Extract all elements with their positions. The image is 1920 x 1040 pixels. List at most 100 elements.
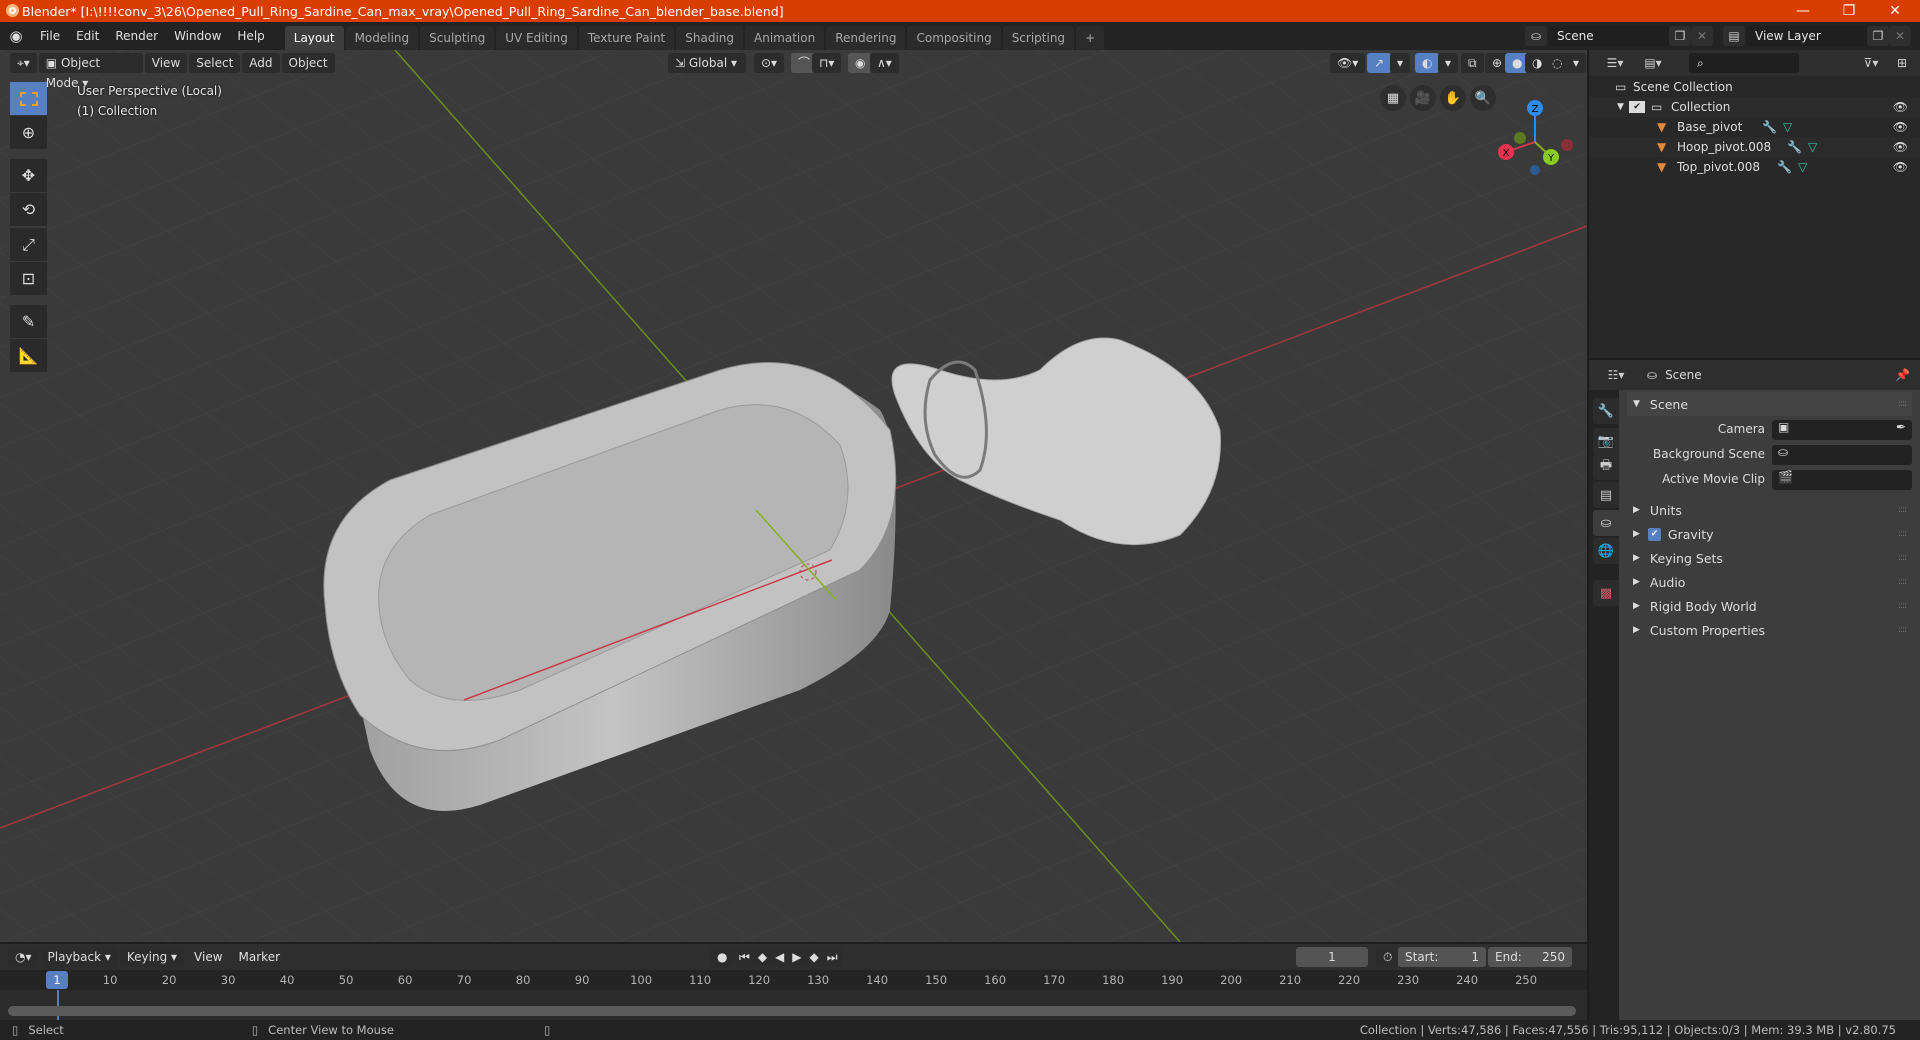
play-reverse-button[interactable]: ◀: [771, 947, 789, 967]
menu-playback[interactable]: Playback ▾: [40, 947, 118, 967]
camera-view-button[interactable]: 🎥: [1410, 85, 1436, 111]
drag-handle-icon[interactable]: ::::: [1898, 505, 1907, 515]
move-tool[interactable]: ✥: [10, 159, 47, 192]
display-mode-button[interactable]: ▤▾: [1637, 53, 1669, 73]
measure-tool[interactable]: 📐: [10, 339, 47, 372]
jump-start-button[interactable]: ⏮: [735, 947, 754, 967]
camera-field[interactable]: ▣ ✒: [1772, 420, 1912, 440]
collection-visibility-icon[interactable]: 👁: [1893, 100, 1908, 114]
overlay-dropdown[interactable]: ▾: [1438, 53, 1459, 73]
collection-checkbox[interactable]: ✔: [1629, 101, 1645, 113]
cursor-tool[interactable]: ⊕: [10, 116, 47, 149]
record-button[interactable]: ●: [710, 947, 735, 967]
menu-file[interactable]: File: [32, 22, 68, 50]
blender-menu-icon[interactable]: ◉: [0, 27, 32, 45]
menu-render[interactable]: Render: [107, 22, 166, 50]
timeline-scrollbar[interactable]: [8, 1006, 1576, 1016]
menu-edit[interactable]: Edit: [68, 22, 107, 50]
menu-marker[interactable]: Marker: [231, 943, 288, 971]
tab-texture-paint[interactable]: Texture Paint: [578, 26, 675, 50]
drag-handle-icon[interactable]: ::::: [1898, 625, 1907, 635]
audio-panel-header[interactable]: ▶ Audio::::: [1627, 570, 1912, 594]
tab-sculpting[interactable]: Sculpting: [420, 26, 495, 50]
new-view-layer-icon[interactable]: ❐: [1867, 26, 1889, 46]
outliner-editor-type-button[interactable]: ☰▾: [1599, 53, 1631, 73]
mode-dropdown[interactable]: ▣ Object Mode ▾: [38, 53, 143, 90]
gizmo-dropdown[interactable]: ▾: [1390, 53, 1411, 73]
scene-collection-row[interactable]: ▭ Scene Collection: [1589, 77, 1920, 97]
timeline-ruler[interactable]: 1 10 20 30 40 50 60 70 80 90 100 110 120 130 140 150 16…: [0, 970, 1587, 990]
editor-type-button[interactable]: ⌖▾: [10, 53, 37, 73]
tab-scripting[interactable]: Scripting: [1002, 26, 1075, 50]
menu-add[interactable]: Add: [242, 53, 280, 73]
object-visibility-icon[interactable]: 👁: [1893, 140, 1908, 154]
end-frame-field[interactable]: End: 250: [1488, 947, 1572, 967]
stopwatch-icon[interactable]: ⏱: [1376, 947, 1400, 967]
drag-handle-icon[interactable]: ::::: [1898, 553, 1907, 563]
shading-dropdown[interactable]: ▾: [1566, 53, 1587, 73]
prev-keyframe-button[interactable]: ◆: [753, 947, 772, 967]
annotate-tool[interactable]: ✎: [10, 305, 47, 338]
navigation-gizmo[interactable]: Z X Y: [1495, 90, 1585, 195]
tab-animation[interactable]: Animation: [745, 26, 825, 50]
scene-name-field[interactable]: Scene: [1549, 26, 1669, 46]
custom-properties-panel-header[interactable]: ▶ Custom Properties::::: [1627, 618, 1912, 642]
pivot-point-dropdown[interactable]: ⊙▾: [754, 53, 785, 73]
menu-keying[interactable]: Keying ▾: [119, 947, 185, 967]
units-panel-header[interactable]: ▶ Units::::: [1627, 498, 1912, 522]
overlay-toggle-icon[interactable]: ◐: [1415, 53, 1440, 73]
pan-view-button[interactable]: ✋: [1440, 85, 1466, 111]
rigid-body-world-panel-header[interactable]: ▶ Rigid Body World::::: [1627, 594, 1912, 618]
tab-layout[interactable]: Layout: [284, 26, 344, 50]
tab-rendering[interactable]: Rendering: [826, 26, 906, 50]
menu-timeline-view[interactable]: View: [186, 943, 230, 971]
zoom-view-button[interactable]: 🔍: [1470, 85, 1496, 111]
outliner-search-input[interactable]: ⌕: [1689, 53, 1799, 73]
xray-toggle-icon[interactable]: ⧉: [1461, 53, 1484, 73]
filter-button[interactable]: ⊽▾: [1855, 53, 1887, 73]
current-frame-field[interactable]: 1: [1296, 947, 1368, 967]
timeline-editor-type-button[interactable]: ◔▾: [8, 947, 39, 967]
tab-modeling[interactable]: Modeling: [345, 26, 419, 50]
tab-scene[interactable]: ⛀: [1593, 510, 1619, 536]
drag-handle-icon[interactable]: ::::: [1898, 601, 1907, 611]
drag-handle-icon[interactable]: ::::: [1898, 399, 1907, 409]
eyedropper-icon[interactable]: ✒: [1896, 420, 1906, 434]
play-button[interactable]: ▶: [788, 947, 806, 967]
outliner-object-row[interactable]: ▼ Base_pivot 🔧 ▽ 👁: [1589, 117, 1920, 137]
menu-view[interactable]: View: [144, 53, 188, 73]
background-scene-field[interactable]: ⛀: [1772, 445, 1912, 465]
playhead-frame-badge[interactable]: 1: [46, 971, 68, 989]
add-workspace-button[interactable]: +: [1076, 26, 1105, 50]
snap-target-dropdown[interactable]: ⊓▾: [812, 53, 842, 73]
tab-tool[interactable]: 🔧: [1593, 398, 1619, 424]
menu-select[interactable]: Select: [189, 53, 241, 73]
menu-object[interactable]: Object: [281, 53, 335, 73]
next-keyframe-button[interactable]: ◆: [805, 947, 823, 967]
rotate-tool[interactable]: ⟲: [10, 193, 47, 226]
tab-shading[interactable]: Shading: [676, 26, 743, 50]
properties-editor-type-button[interactable]: ☷▾: [1601, 365, 1631, 385]
new-scene-icon[interactable]: ❐: [1669, 26, 1691, 46]
restore-button[interactable]: ❐: [1826, 0, 1872, 22]
drag-handle-icon[interactable]: ::::: [1898, 529, 1907, 539]
tab-uv-editing[interactable]: UV Editing: [496, 26, 577, 50]
start-frame-field[interactable]: Start: 1: [1398, 947, 1486, 967]
proportional-falloff-dropdown[interactable]: ∧▾: [870, 53, 899, 73]
tab-compositing[interactable]: Compositing: [907, 26, 1001, 50]
transform-orientation-dropdown[interactable]: ⇲ Global ▾: [668, 53, 746, 73]
menu-help[interactable]: Help: [229, 22, 272, 50]
outliner-object-row[interactable]: ▼ Hoop_pivot.008 🔧 ▽ 👁: [1589, 137, 1920, 157]
active-movie-clip-field[interactable]: 🎬: [1772, 470, 1912, 490]
scale-tool[interactable]: ⤢: [10, 228, 47, 261]
view-layer-field[interactable]: View Layer: [1747, 26, 1867, 46]
delete-view-layer-icon[interactable]: ✕: [1889, 26, 1911, 46]
3d-viewport[interactable]: ⌖▾ ▣ Object Mode ▾ View Select Add Objec…: [0, 50, 1587, 942]
pin-icon[interactable]: 📌: [1895, 368, 1910, 382]
scene-panel-header[interactable]: ▼ Scene ::::: [1627, 392, 1912, 416]
transform-tool[interactable]: ⊡: [10, 262, 47, 295]
toggle-camera-view-button[interactable]: ▦: [1380, 85, 1406, 111]
outliner-object-row[interactable]: ▼ Top_pivot.008 🔧 ▽ 👁: [1589, 157, 1920, 177]
gizmo-toggle-icon[interactable]: ↗: [1367, 53, 1392, 73]
tab-world[interactable]: 🌐: [1593, 538, 1619, 564]
